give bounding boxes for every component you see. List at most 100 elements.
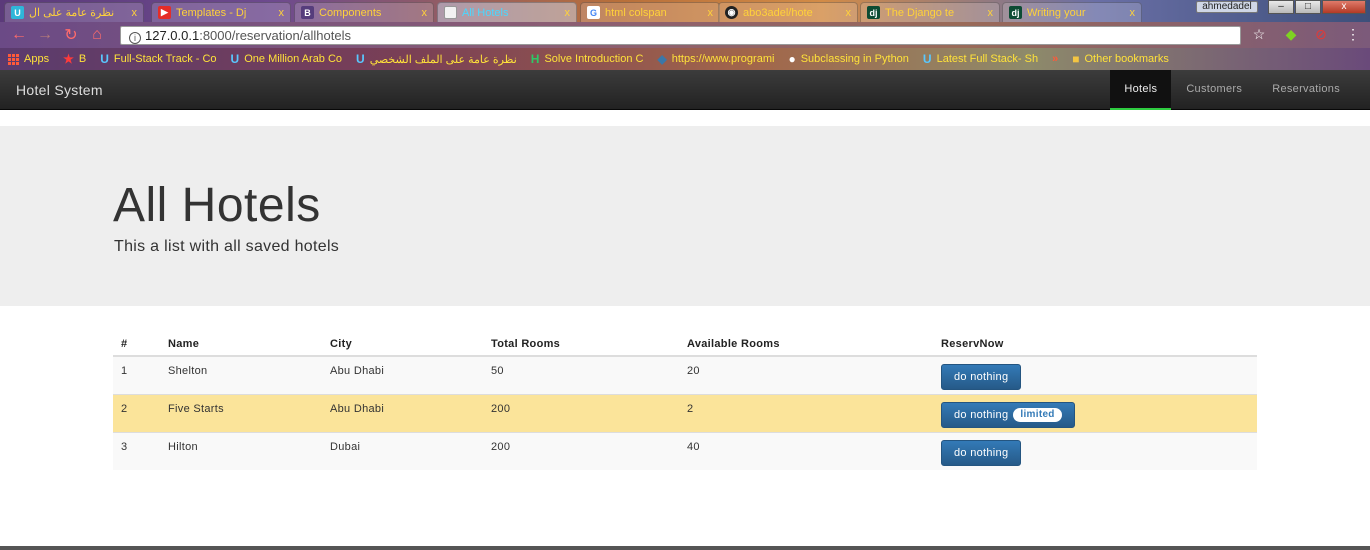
django-icon: dj: [1009, 6, 1022, 19]
nav-item-customers[interactable]: Customers: [1171, 70, 1257, 110]
document-icon: [444, 6, 457, 19]
bookmark-item[interactable]: Apps: [8, 53, 49, 65]
bookmark-item[interactable]: U Full-Stack Track - Co: [100, 52, 216, 66]
star-icon: ★: [63, 52, 74, 66]
table-row: 2 Five Starts Abu Dhabi 200 2 do nothing…: [113, 393, 1257, 432]
hotels-table: # Name City Total Rooms Available Rooms …: [113, 333, 1257, 470]
cell-available-rooms: 40: [679, 431, 933, 470]
nav-item-hotels[interactable]: Hotels: [1110, 70, 1172, 110]
column-header: #: [113, 333, 160, 357]
bookmark-item[interactable]: ◆ https://www.programi: [658, 52, 775, 66]
reserve-button[interactable]: do nothing: [941, 439, 1022, 466]
browser-toolbar: ← → ↻ ⌂ i 127.0.0.1:8000/reservation/allh…: [0, 22, 1370, 48]
bookmark-item[interactable]: ● Subclassing in Python: [788, 52, 908, 66]
browser-tab[interactable]: ◉ abo3adel/hote x: [718, 2, 858, 22]
cell-reserve: do nothing: [933, 355, 1257, 394]
browser-tab[interactable]: B Components x: [294, 2, 434, 22]
bookmarks-overflow-button[interactable]: »: [1052, 53, 1058, 65]
nav-item-reservations[interactable]: Reservations: [1257, 70, 1355, 110]
browser-tab[interactable]: dj Writing your x: [1002, 2, 1142, 22]
cell-city: Dubai: [322, 431, 483, 470]
browser-tab[interactable]: U نظرة عامة على ال x: [4, 2, 144, 22]
bookmark-item[interactable]: ■ Other bookmarks: [1072, 52, 1169, 66]
browser-tab[interactable]: dj The Django te x: [860, 2, 1000, 22]
browser-tab[interactable]: G html colspan x: [580, 2, 720, 22]
folder-icon: ■: [1072, 52, 1080, 66]
menu-icon[interactable]: ⋮: [1344, 26, 1362, 44]
close-icon[interactable]: x: [132, 7, 138, 19]
star-icon[interactable]: ☆: [1250, 26, 1268, 44]
cell-city: Abu Dhabi: [322, 393, 483, 432]
tab-title: The Django te: [885, 6, 955, 19]
bookmark-item[interactable]: U Latest Full Stack- Sh: [923, 52, 1038, 66]
info-icon[interactable]: i: [129, 32, 141, 44]
url-host: 127.0.0.1: [145, 28, 200, 43]
udacity-icon: U: [922, 52, 932, 66]
close-icon[interactable]: x: [1130, 7, 1136, 19]
address-bar[interactable]: i 127.0.0.1:8000/reservation/allhotels: [120, 26, 1241, 45]
close-icon[interactable]: x: [279, 7, 285, 19]
cell-total-rooms: 200: [483, 431, 679, 470]
bookmark-label: Latest Full Stack- Sh: [936, 53, 1039, 65]
close-icon[interactable]: x: [422, 7, 428, 19]
reserve-button[interactable]: do nothing limited: [941, 401, 1075, 428]
apps-grid-icon: [8, 53, 19, 65]
nav-links: Hotels Customers Reservations: [1110, 70, 1355, 110]
table-row: 1 Shelton Abu Dhabi 50 20 do nothing: [113, 355, 1257, 394]
extension-icon[interactable]: ◆: [1282, 26, 1300, 44]
navbar: Hotel System Hotels Customers Reservatio…: [0, 70, 1370, 110]
close-icon[interactable]: x: [708, 7, 714, 19]
extension-block-icon[interactable]: ⊘: [1312, 26, 1330, 44]
reserve-button[interactable]: do nothing: [941, 364, 1022, 390]
youtube-icon: ▶: [158, 6, 171, 19]
close-icon[interactable]: x: [846, 7, 852, 19]
reserve-button-label: do nothing: [954, 371, 1009, 383]
column-header: Available Rooms: [679, 333, 933, 357]
jumbotron: All Hotels This a list with all saved ho…: [0, 126, 1370, 306]
udacity-icon: U: [11, 6, 24, 19]
bookmark-label: Solve Introduction C: [544, 53, 644, 65]
cell-name: Shelton: [160, 355, 322, 394]
bookmark-label: نظرة عامة على الملف الشخصي: [369, 53, 517, 66]
table-row: 3 Hilton Dubai 200 40 do nothing: [113, 431, 1257, 470]
cell-reserve: do nothing: [933, 431, 1257, 470]
cell-number: 2: [113, 393, 160, 432]
navbar-brand[interactable]: Hotel System: [16, 70, 103, 110]
browser-tab-active[interactable]: All Hotels x: [437, 2, 577, 22]
bookmark-item[interactable]: U نظرة عامة على الملف الشخصي: [356, 52, 517, 66]
google-icon: G: [587, 6, 600, 19]
cell-name: Hilton: [160, 431, 322, 470]
close-window-button[interactable]: x: [1322, 0, 1366, 14]
django-icon: dj: [867, 6, 880, 19]
reload-icon[interactable]: ↻: [58, 25, 84, 45]
bookmark-label: Apps: [24, 53, 50, 65]
page-title: All Hotels: [113, 179, 321, 232]
bookmark-item[interactable]: H Solve Introduction C: [531, 52, 644, 66]
cell-name: Five Starts: [160, 393, 322, 432]
tab-title: Templates - Dj: [176, 6, 247, 19]
home-icon[interactable]: ⌂: [84, 26, 110, 44]
profile-button[interactable]: ahmedadel: [1196, 1, 1258, 13]
bootstrap-icon: B: [301, 6, 314, 19]
bookmark-item[interactable]: ★ B: [63, 52, 86, 66]
bookmark-item[interactable]: U One Million Arab Co: [231, 52, 343, 66]
udacity-icon: U: [100, 52, 109, 66]
cell-available-rooms: 2: [679, 393, 933, 432]
close-icon[interactable]: x: [988, 7, 994, 19]
cell-reserve: do nothing limited: [933, 393, 1257, 432]
udacity-icon: U: [356, 52, 365, 66]
bookmark-label: One Million Arab Co: [244, 53, 343, 65]
browser-tab[interactable]: ▶ Templates - Dj x: [151, 2, 291, 22]
column-header: City: [322, 333, 483, 357]
maximize-button[interactable]: □: [1295, 0, 1321, 14]
back-arrow-icon[interactable]: ←: [6, 26, 32, 44]
tab-title: html colspan: [605, 6, 667, 19]
forward-arrow-icon[interactable]: →: [32, 26, 58, 44]
minimize-button[interactable]: –: [1268, 0, 1294, 14]
close-icon[interactable]: x: [565, 7, 571, 19]
tab-title: نظرة عامة على ال: [29, 7, 115, 19]
cell-available-rooms: 20: [679, 355, 933, 394]
tab-title: abo3adel/hote: [743, 6, 813, 19]
udacity-icon: U: [230, 52, 240, 66]
column-header: ReservNow: [933, 333, 1257, 357]
